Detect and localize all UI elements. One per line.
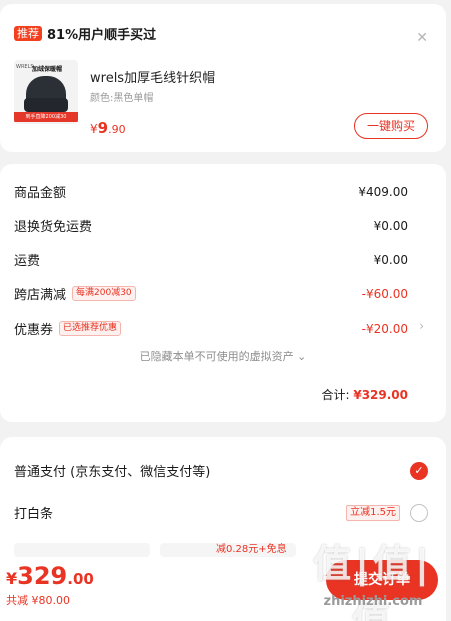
row-value: -¥20.00 — [361, 321, 408, 336]
product-price: ¥9.90 — [90, 118, 126, 137]
total-amount: ¥329.00 — [353, 388, 408, 402]
recommend-card: 推荐 81%用户顺手买过 ✕ WRELS 加绒保暖帽 到手直降200减30 wr… — [0, 4, 446, 152]
payment-option-label: 普通支付 (京东支付、微信支付等) — [14, 465, 211, 480]
row-goods-amount: 商品金额 ¥409.00 — [14, 182, 408, 202]
baitiao-discount-badge: 立减1.5元 — [346, 504, 400, 521]
bottom-price-symbol: ¥ — [6, 569, 18, 588]
product-price-int: 9 — [97, 119, 109, 137]
row-coupon[interactable]: 优惠券 已选推荐优惠 -¥20.00 — [14, 319, 408, 338]
submit-order-button[interactable]: 提交订单 — [326, 560, 438, 600]
product-price-dec: .90 — [108, 123, 126, 136]
bottom-price-int: 329 — [17, 562, 68, 590]
row-value: ¥0.00 — [373, 218, 408, 233]
bottom-total-price: ¥329.00 — [6, 562, 94, 590]
recommend-title: 81%用户顺手买过 — [47, 28, 157, 43]
radio-unselected-icon[interactable] — [410, 503, 428, 522]
hat-cuff-shape — [24, 98, 68, 112]
payment-option-baitiao[interactable]: 打白条 立减1.5元 — [14, 503, 428, 522]
total-label: 合计: — [321, 388, 354, 402]
row-label: 商品金额 — [14, 186, 67, 201]
product-image-caption: 加绒保暖帽 — [32, 66, 63, 73]
hidden-assets-toggle[interactable]: 已隐藏本单不可使用的虚拟资产 ⌄ — [0, 348, 446, 364]
coupon-selected-badge: 已选推荐优惠 — [59, 321, 122, 336]
installment-promo-note: 减0.28元+免息 — [216, 544, 287, 555]
row-shipping: 运费 ¥0.00 — [14, 250, 408, 270]
bottom-saved-amount: 共减 ¥80.00 — [6, 594, 70, 607]
one-click-buy-button[interactable]: 一键购买 — [354, 113, 428, 139]
price-detail-card: 商品金额 ¥409.00 退换货免运费 ¥0.00 运费 ¥0.00 跨店满减每… — [0, 164, 446, 422]
product-name[interactable]: wrels加厚毛线针织帽 — [90, 67, 215, 86]
row-return-shipping: 退换货免运费 ¥0.00 — [14, 216, 408, 236]
recommend-tag: 推荐 — [14, 26, 42, 41]
product-image-brand: WRELS — [16, 64, 34, 70]
product-spec: 颜色:黑色单帽 — [90, 93, 154, 104]
row-value: -¥60.00 — [361, 286, 408, 301]
payment-option-right: 立减1.5元 — [346, 503, 428, 522]
row-label: 运费 — [14, 254, 41, 269]
payment-option-label: 打白条 — [14, 507, 54, 522]
row-value: ¥409.00 — [358, 184, 408, 199]
row-label: 退换货免运费 — [14, 220, 93, 235]
order-total: 合计: ¥329.00 — [321, 386, 408, 403]
chevron-right-icon[interactable]: › — [419, 319, 424, 333]
row-label-text: 跨店满减 — [14, 288, 67, 303]
bottom-price-dec: .00 — [67, 570, 94, 588]
recommend-header: 推荐 81%用户顺手买过 — [14, 24, 156, 43]
discount-rule-badge: 每满200减30 — [72, 286, 136, 301]
row-label: 跨店满减 每满200减30 — [14, 284, 136, 303]
product-image[interactable]: WRELS 加绒保暖帽 到手直降200减30 — [14, 60, 78, 124]
row-label: 优惠券 已选推荐优惠 — [14, 319, 122, 338]
installment-option[interactable] — [14, 543, 150, 557]
payment-option-normal[interactable]: 普通支付 (京东支付、微信支付等) ✓ — [14, 461, 428, 480]
row-label-text: 优惠券 — [14, 323, 54, 338]
check-selected-icon[interactable]: ✓ — [410, 461, 428, 480]
product-image-promo: 到手直降200减30 — [14, 112, 78, 122]
row-cross-store-discount: 跨店满减 每满200减30 -¥60.00 — [14, 284, 408, 303]
product-price-symbol: ¥ — [90, 122, 98, 136]
row-value: ¥0.00 — [373, 252, 408, 267]
close-icon[interactable]: ✕ — [416, 30, 428, 46]
